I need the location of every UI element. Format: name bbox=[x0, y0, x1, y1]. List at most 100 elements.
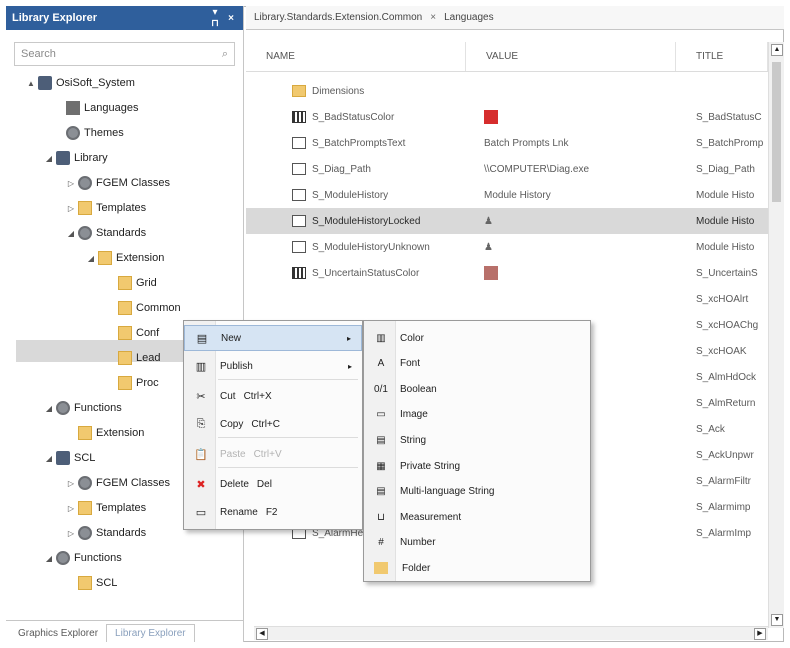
box-icon bbox=[292, 137, 306, 149]
tree-node[interactable]: Common bbox=[106, 297, 181, 319]
tab-library-explorer[interactable]: Library Explorer bbox=[106, 624, 195, 642]
menu-item-rename[interactable]: ▭ Rename F2 bbox=[184, 499, 362, 525]
tree-node[interactable]: ▷ FGEM Classes bbox=[66, 172, 170, 194]
new-submenu: ▥ Color A Font 0/1 Boolean ▭ Image ▤ String ▦ Priva… bbox=[363, 320, 591, 582]
menu-shortcut: F2 bbox=[265, 506, 278, 518]
tree-node[interactable]: Grid bbox=[106, 272, 157, 294]
gear-icon bbox=[78, 226, 92, 240]
submenu-item[interactable]: # Number bbox=[364, 530, 590, 556]
submenu-item[interactable]: ⊔ Measurement bbox=[364, 504, 590, 530]
submenu-item-label: Image bbox=[400, 409, 428, 421]
horizontal-scrollbar[interactable]: ◀ ▶ bbox=[254, 626, 768, 640]
expand-arrow-icon[interactable]: ▷ bbox=[66, 529, 76, 538]
cell-value: Batch Prompts Lnk bbox=[480, 138, 690, 149]
document-tab-languages[interactable]: Languages bbox=[444, 12, 494, 23]
tree-node[interactable]: Lead bbox=[106, 347, 160, 369]
tree-node[interactable]: ▷ Templates bbox=[66, 197, 146, 219]
cell-name: S_BatchPromptsText bbox=[312, 137, 406, 149]
expand-arrow-icon[interactable]: ◢ bbox=[44, 454, 54, 463]
expand-arrow-icon[interactable]: ▷ bbox=[66, 479, 76, 488]
panel-tabs: Graphics Explorer Library Explorer bbox=[6, 620, 244, 642]
scroll-thumb[interactable] bbox=[772, 62, 781, 202]
column-header-value[interactable]: VALUE bbox=[466, 42, 676, 71]
scroll-down-icon[interactable]: ▼ bbox=[771, 614, 783, 626]
menu-item-new[interactable]: ▤ New ▸ bbox=[184, 325, 362, 351]
tree-node[interactable]: Conf bbox=[106, 322, 159, 344]
table-row[interactable]: S_ModuleHistoryLocked ♟ Module Histo bbox=[246, 208, 768, 234]
vertical-scrollbar[interactable]: ▲ ▼ bbox=[768, 42, 784, 628]
tree-node-label: Functions bbox=[74, 402, 122, 414]
menu-item-cut[interactable]: ✂ Cut Ctrl+X bbox=[184, 383, 362, 409]
table-row[interactable]: S_ModuleHistoryUnknown ♟ Module Histo bbox=[246, 234, 768, 260]
tree-node-label: Conf bbox=[136, 327, 160, 339]
scroll-up-icon[interactable]: ▲ bbox=[771, 44, 783, 56]
scroll-right-icon[interactable]: ▶ bbox=[754, 628, 766, 640]
person-icon: ♟ bbox=[484, 241, 493, 253]
folder-icon bbox=[78, 576, 92, 590]
tree-node-label: Library bbox=[74, 152, 108, 164]
menu-item-copy[interactable]: ⎘ Copy Ctrl+C bbox=[184, 411, 362, 437]
submenu-item[interactable]: ▤ Multi-language String bbox=[364, 479, 590, 505]
column-header-name[interactable]: NAME bbox=[246, 42, 466, 71]
folder-icon bbox=[78, 426, 92, 440]
scroll-left-icon[interactable]: ◀ bbox=[256, 628, 268, 640]
table-row[interactable]: S_BadStatusColor S_BadStatusC bbox=[246, 104, 768, 130]
tree-node[interactable]: Languages bbox=[54, 97, 138, 119]
table-row[interactable]: S_xcHOAlrt bbox=[246, 286, 768, 312]
submenu-item[interactable]: 0/1 Boolean bbox=[364, 376, 590, 402]
expand-arrow-icon[interactable]: ◢ bbox=[66, 229, 76, 238]
tree-node[interactable]: ▲ OsiSoft_System bbox=[26, 72, 135, 94]
submenu-item[interactable]: ▦ Private String bbox=[364, 453, 590, 479]
expand-arrow-icon[interactable]: ▲ bbox=[26, 79, 36, 88]
tree-node[interactable]: ◢ Functions bbox=[44, 547, 122, 569]
menu-shortcut: Ctrl+X bbox=[243, 390, 272, 402]
menu-item-delete[interactable]: ✖ Delete Del bbox=[184, 471, 362, 497]
expand-arrow-icon[interactable]: ▷ bbox=[66, 179, 76, 188]
folder-icon bbox=[118, 351, 132, 365]
document-tab-active[interactable]: Library.Standards.Extension.Common bbox=[254, 12, 422, 23]
tree-node[interactable]: ◢ Library bbox=[44, 147, 108, 169]
tree-node[interactable]: ◢ SCL bbox=[44, 447, 95, 469]
tree-node[interactable]: SCL bbox=[66, 572, 117, 594]
expand-arrow-icon[interactable]: ◢ bbox=[86, 254, 96, 263]
submenu-item[interactable]: ▤ String bbox=[364, 427, 590, 453]
expand-arrow-icon[interactable]: ▷ bbox=[66, 204, 76, 213]
cell-name: S_ModuleHistoryLocked bbox=[312, 215, 421, 227]
submenu-item[interactable]: ▥ Color bbox=[364, 325, 590, 351]
table-row[interactable]: S_BatchPromptsText Batch Prompts Lnk S_Bat… bbox=[246, 130, 768, 156]
db-icon bbox=[56, 451, 70, 465]
tree-node[interactable]: ▷ Standards bbox=[66, 522, 146, 544]
folder-icon bbox=[292, 85, 306, 97]
tree-node[interactable]: ▷ FGEM Classes bbox=[66, 472, 170, 494]
tree-node[interactable]: ◢ Extension bbox=[86, 247, 164, 269]
menu-item-publish[interactable]: ▥ Publish ▸ bbox=[184, 353, 362, 379]
menu-shortcut: Ctrl+C bbox=[251, 418, 280, 430]
expand-arrow-icon[interactable]: ◢ bbox=[44, 404, 54, 413]
close-icon[interactable]: × bbox=[225, 13, 237, 24]
delete-icon: ✖ bbox=[196, 478, 206, 491]
tree-node[interactable]: Proc bbox=[106, 372, 159, 394]
tab-graphics-explorer[interactable]: Graphics Explorer bbox=[10, 625, 106, 642]
gear-icon bbox=[78, 476, 92, 490]
column-header-title[interactable]: TITLE bbox=[676, 42, 768, 71]
table-row[interactable]: S_UncertainStatusColor S_UncertainS bbox=[246, 260, 768, 286]
submenu-item[interactable]: ▭ Image bbox=[364, 402, 590, 428]
table-row[interactable]: Dimensions bbox=[246, 78, 768, 104]
submenu-item[interactable]: A Font bbox=[364, 351, 590, 377]
cell-title: S_xcHOAChg bbox=[696, 319, 759, 331]
submenu-item[interactable]: Folder bbox=[364, 555, 590, 581]
tree-node[interactable]: Extension bbox=[66, 422, 144, 444]
expand-arrow-icon[interactable]: ◢ bbox=[44, 554, 54, 563]
expand-arrow-icon[interactable]: ◢ bbox=[44, 154, 54, 163]
search-input[interactable]: Search ⌕ bbox=[14, 42, 235, 66]
menu-separator bbox=[218, 379, 358, 380]
tab-close-icon[interactable]: × bbox=[430, 12, 436, 23]
tree-node[interactable]: Themes bbox=[54, 122, 124, 144]
tree-node[interactable]: ◢ Functions bbox=[44, 397, 122, 419]
tree-node[interactable]: ▷ Templates bbox=[66, 497, 146, 519]
table-row[interactable]: S_ModuleHistory Module History Module Hist… bbox=[246, 182, 768, 208]
tree-node[interactable]: ◢ Standards bbox=[66, 222, 146, 244]
expand-arrow-icon[interactable]: ▷ bbox=[66, 504, 76, 513]
table-row[interactable]: S_Diag_Path \\COMPUTER\Diag.exe S_Diag_Pat… bbox=[246, 156, 768, 182]
pin-icon[interactable]: ▾ ⊓ bbox=[209, 7, 221, 29]
